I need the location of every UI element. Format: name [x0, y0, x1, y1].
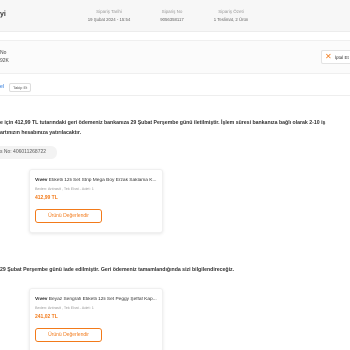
rate-product-button[interactable]: Ürünü Değerlendir [35, 209, 102, 223]
order-date-label: Sipariş Tarihi [96, 9, 122, 14]
cargo-tracking-number: s No: 406011268722 [0, 146, 57, 159]
order-number-value: 9056358117 [160, 17, 184, 22]
return-message: 29 Şubat Perşembe günü iade edilmiştir. … [0, 267, 235, 273]
order-number-block: Sipariş No 9056358117 [144, 9, 200, 22]
product-title: Beyaz Serigrafi Etiketli 12li Set Peggy … [48, 297, 157, 302]
product-card: Vivev Etiketli 12li Set Strip Mega Boy E… [29, 169, 163, 233]
product-name[interactable]: Vivev Beyaz Serigrafi Etiketli 12li Set … [35, 297, 159, 302]
rate-product-button[interactable]: Ürünü Değerlendir [35, 328, 102, 342]
product-price: 241,02 TL [35, 314, 58, 320]
product-brand: Vivev [35, 297, 48, 302]
product-meta: Beden: Antrasit , Tek Ebat - Adet: 1 [35, 187, 94, 191]
product-title: Etiketli 12li Set Strip Mega Boy Erzak S… [48, 178, 157, 183]
product-name[interactable]: Vivev Etiketli 12li Set Strip Mega Boy E… [35, 178, 159, 183]
product-card: Vivev Beyaz Serigrafi Etiketli 12li Set … [29, 288, 163, 350]
order-date-block: Sipariş Tarihi 19 Şubat 2024 - 15:54 [80, 9, 138, 22]
page-title: yi [0, 11, 6, 18]
tab-active[interactable]: el [0, 84, 4, 90]
order-number-label: Sipariş No [161, 9, 183, 14]
cancel-order-button[interactable]: ✕ İptal Et [321, 50, 350, 64]
order-summary-block: Sipariş Özeti 1 Teslimat, 2 Ürün [206, 9, 256, 22]
refund-message-line-2: artınızın hesabınıza yatırılacaktır. [0, 130, 82, 136]
product-meta: Beden: Antrasit , Tek Ebat - Adet: 1 [35, 306, 94, 310]
product-price: 412,99 TL [35, 195, 58, 201]
delivery-line-2: 92K [0, 58, 9, 64]
delivery-section: No 92K ✕ İptal Et [0, 40, 350, 74]
delivery-line-1: No [0, 50, 7, 56]
product-brand: Vivev [35, 178, 48, 183]
order-date-value: 19 Şubat 2024 - 15:54 [87, 17, 131, 22]
tab-bar: el Takip Et [0, 83, 350, 96]
order-summary-value: 1 Teslimat, 2 Ürün [213, 17, 249, 22]
close-icon: ✕ [325, 52, 332, 61]
track-shipment-button[interactable]: Takip Et [9, 83, 32, 92]
order-summary-label: Sipariş Özeti [218, 9, 244, 14]
refund-message-line-1: e için 412,99 TL tutarındaki geri ödemen… [0, 120, 326, 126]
order-header: yi Sipariş Tarihi 19 Şubat 2024 - 15:54 … [0, 0, 350, 32]
cancel-order-label: İptal Et [334, 54, 349, 60]
